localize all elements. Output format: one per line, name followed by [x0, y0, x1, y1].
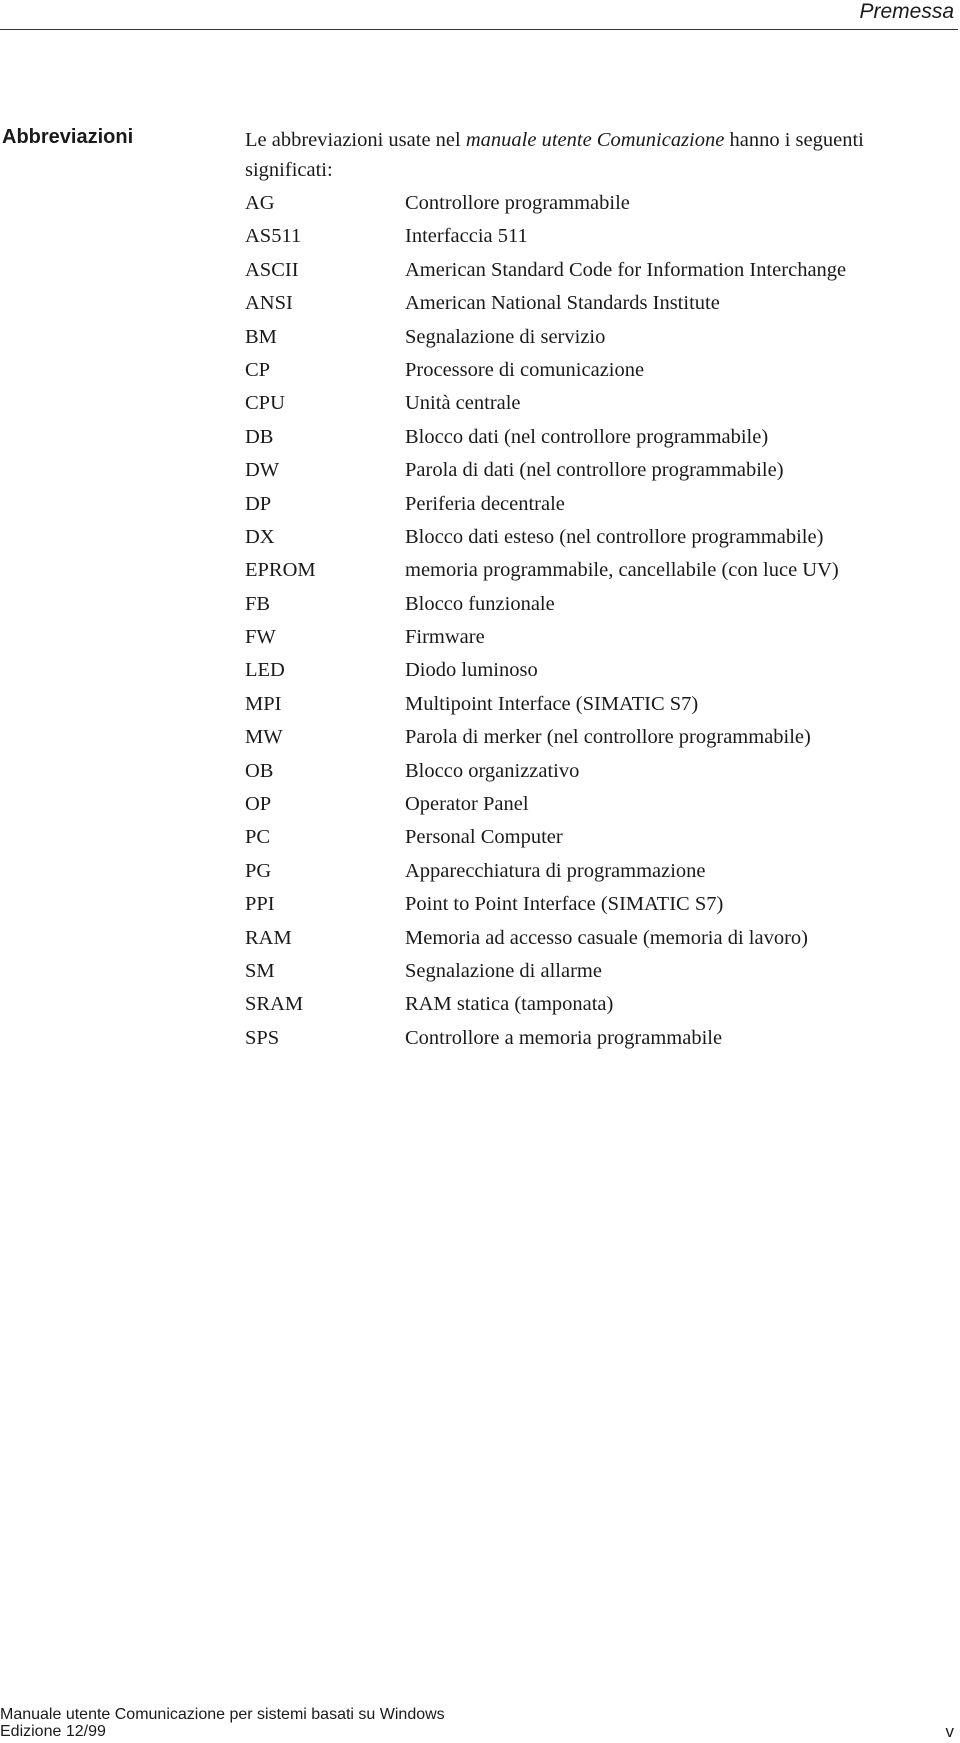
abbreviation-row: DP Periferia decentrale [245, 493, 846, 526]
section-heading: Abbreviazioni [2, 126, 134, 148]
abbreviation-term: DP [245, 492, 272, 515]
header-divider [0, 29, 958, 30]
abbreviation-term: MW [245, 726, 283, 749]
abbreviation-term: SM [245, 959, 275, 982]
abbreviation-row: EPROM memoria programmabile, cancellabile… [245, 559, 846, 592]
abbreviation-definition: Operator Panel [405, 793, 529, 816]
running-header-title: Premessa [859, 0, 954, 23]
abbreviation-row: AS511 Interfaccia 511 [245, 225, 846, 258]
intro-paragraph: Le abbreviazioni usate nel manuale utent… [245, 125, 925, 185]
intro-text-emphasis: manuale utente Comunicazione [465, 129, 725, 151]
abbreviation-term: DX [245, 525, 275, 548]
abbreviation-row: BM Segnalazione di servizio [245, 326, 846, 359]
abbreviation-definition: Parola di merker (nel controllore progra… [405, 726, 811, 749]
abbreviation-definition: Memoria ad accesso casuale (memoria di l… [405, 926, 808, 949]
abbreviation-definition: Processore di comunicazione [405, 358, 645, 381]
abbreviation-definition: memoria programmabile, cancellabile (con… [405, 559, 839, 582]
abbreviation-row: MW Parola di merker (nel controllore prog… [245, 726, 846, 759]
abbreviation-definition: American Standard Code for Information I… [405, 258, 847, 281]
abbreviation-definition: Personal Computer [405, 826, 563, 849]
abbreviation-term: LED [245, 659, 285, 682]
abbreviation-term: ANSI [245, 292, 293, 315]
page-number: v [945, 1722, 955, 1741]
abbreviation-term: CP [245, 358, 271, 381]
abbreviation-row: CP Processore di comunicazione [245, 359, 846, 392]
abbreviation-definition: Blocco funzionale [405, 592, 555, 615]
abbreviation-row: ANSI American National Standards Institut… [245, 292, 846, 325]
abbreviation-definition: Controllore programmabile [405, 192, 630, 214]
abbreviation-row: PG Apparecchiatura di programmazione [245, 860, 846, 893]
abbreviation-definition: Periferia decentrale [405, 492, 565, 515]
abbreviation-term: CPU [245, 392, 285, 415]
abbreviation-definition: Multipoint Interface (SIMATIC S7) [405, 692, 699, 715]
abbreviation-row: SM Segnalazione di allarme [245, 960, 846, 993]
abbreviation-row: DX Blocco dati esteso (nel controllore pr… [245, 526, 846, 559]
abbreviation-row: FB Blocco funzionale [245, 593, 846, 626]
abbreviation-term: FB [245, 592, 271, 615]
abbreviation-definition: Apparecchiatura di programmazione [405, 859, 706, 882]
footer-edition: Edizione 12/99 [0, 1723, 106, 1740]
abbreviation-term: OP [245, 793, 272, 816]
abbreviation-definition: Blocco dati esteso (nel controllore prog… [405, 525, 824, 548]
abbreviation-term: OB [245, 759, 274, 782]
abbreviation-row: DW Parola di dati (nel controllore progra… [245, 459, 846, 492]
abbreviation-definition: Segnalazione di servizio [405, 325, 606, 348]
abbreviation-term: SRAM [245, 993, 304, 1016]
abbreviation-row: FW Firmware [245, 626, 846, 659]
abbreviation-term: DW [245, 459, 280, 482]
abbreviation-definition: Point to Point Interface (SIMATIC S7) [405, 893, 724, 916]
abbreviation-definition: Unità centrale [405, 392, 521, 415]
abbreviation-definition: Interfaccia 511 [405, 225, 528, 248]
abbreviation-definition: Parola di dati (nel controllore programm… [405, 459, 784, 482]
abbreviation-row: CPU Unità centrale [245, 392, 846, 425]
abbreviation-row: RAM Memoria ad accesso casuale (memoria d… [245, 927, 846, 960]
abbreviation-row: PC Personal Computer [245, 826, 846, 859]
intro-text-before: Le abbreviazioni usate nel [245, 129, 466, 151]
abbreviation-row: ASCII American Standard Code for Informat… [245, 259, 846, 292]
abbreviation-term: PPI [245, 893, 275, 916]
abbreviation-row: PPI Point to Point Interface (SIMATIC S7) [245, 893, 846, 926]
abbreviation-term: SPS [245, 1026, 280, 1049]
abbreviation-term: EPROM [245, 559, 316, 582]
abbreviation-term: AS511 [245, 225, 302, 248]
footer-manual-title: Manuale utente Comunicazione per sistemi… [0, 1706, 445, 1723]
abbreviation-row: SPS Controllore a memoria programmabile [245, 1027, 846, 1060]
abbreviation-term: AG [245, 192, 275, 214]
abbreviation-term: BM [245, 325, 277, 348]
abbreviation-list: AG Controllore programmabile AS511 Interfac… [245, 192, 846, 1060]
abbreviation-definition: Blocco dati (nel controllore programmabi… [405, 425, 769, 448]
abbreviation-term: PC [245, 826, 271, 849]
abbreviation-term: MPI [245, 692, 282, 715]
abbreviation-definition: Firmware [405, 626, 485, 649]
abbreviation-term: ASCII [245, 258, 299, 281]
abbreviation-definition: American National Standards Institute [405, 292, 720, 315]
abbreviation-term: RAM [245, 926, 292, 949]
abbreviation-term: PG [245, 859, 272, 882]
abbreviation-row: SRAM RAM statica (tamponata) [245, 993, 846, 1026]
abbreviation-row: OB Blocco organizzativo [245, 760, 846, 793]
abbreviation-definition: Controllore a memoria programmabile [405, 1026, 723, 1049]
abbreviation-term: FW [245, 626, 276, 649]
abbreviation-definition: Diodo luminoso [405, 659, 538, 682]
abbreviation-row: LED Diodo luminoso [245, 659, 846, 692]
page-footer: Manuale utente Comunicazione per sistemi… [0, 1706, 445, 1740]
abbreviation-row: OP Operator Panel [245, 793, 846, 826]
abbreviation-row: MPI Multipoint Interface (SIMATIC S7) [245, 693, 846, 726]
abbreviation-definition: Blocco organizzativo [405, 759, 580, 782]
abbreviation-definition: RAM statica (tamponata) [405, 993, 614, 1016]
abbreviation-row: DB Blocco dati (nel controllore programma… [245, 426, 846, 459]
abbreviation-definition: Segnalazione di allarme [405, 959, 602, 982]
abbreviation-row: AG Controllore programmabile [245, 192, 846, 225]
abbreviation-term: DB [245, 425, 274, 448]
